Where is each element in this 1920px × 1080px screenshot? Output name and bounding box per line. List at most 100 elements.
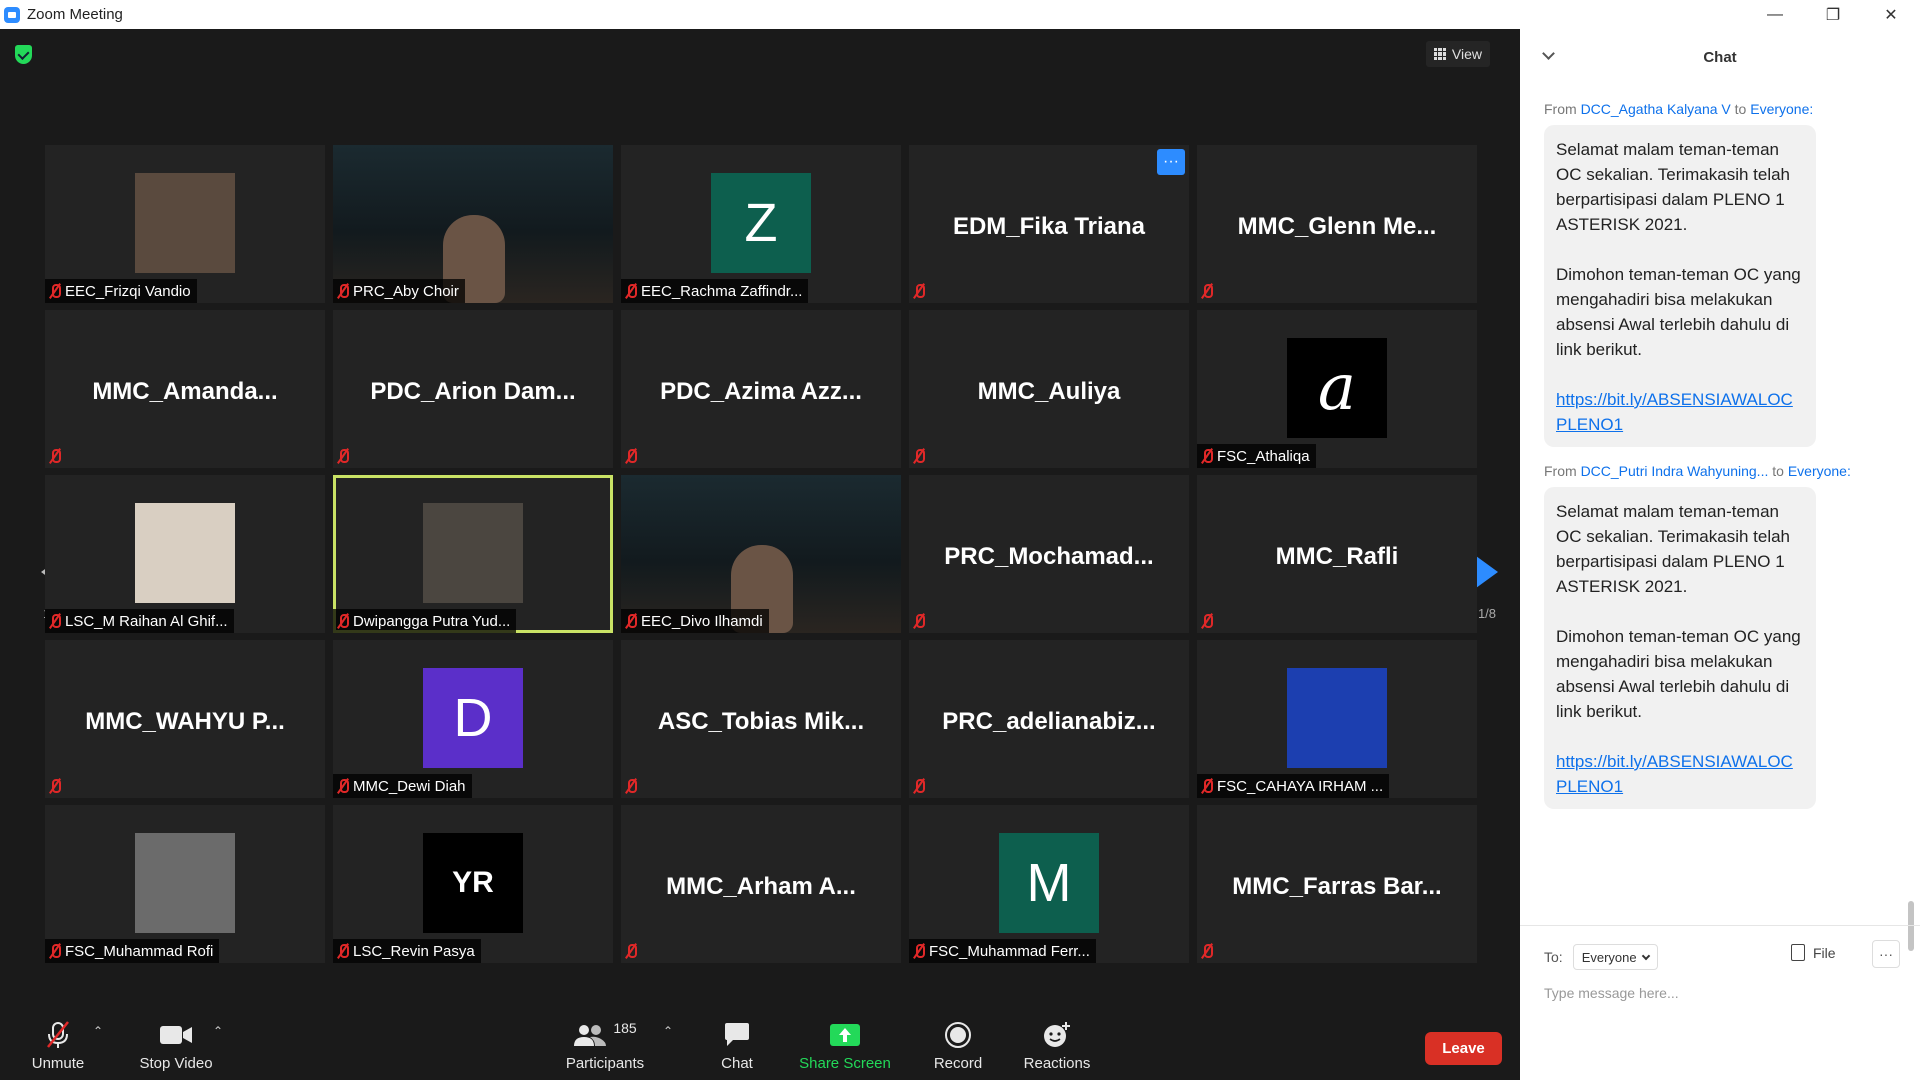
mic-muted-icon xyxy=(625,448,637,464)
participant-name: LSC_M Raihan Al Ghif... xyxy=(65,612,228,630)
participant-avatar: a xyxy=(1287,338,1387,438)
reactions-button[interactable]: Reactions xyxy=(1020,1012,1094,1080)
chat-title: Chat xyxy=(1703,48,1737,66)
arrow-right-icon xyxy=(1476,555,1498,588)
participant-name: EEC_Rachma Zaffindr... xyxy=(641,282,803,300)
participant-tile[interactable]: PDC_Azima Azz... xyxy=(621,310,901,468)
microphone-muted-icon xyxy=(45,1020,71,1050)
participant-tile[interactable]: ASC_Tobias Mik... xyxy=(621,640,901,798)
participants-label: Participants xyxy=(565,1055,645,1072)
participant-label: EEC_Rachma Zaffindr... xyxy=(621,279,809,303)
participant-display-name: MMC_Auliya xyxy=(977,378,1121,405)
participant-tile[interactable]: Dwipangga Putra Yud... xyxy=(333,475,613,633)
audio-options-caret-icon[interactable]: ⌃ xyxy=(93,1024,103,1038)
file-button[interactable]: File xyxy=(1791,944,1836,961)
participant-label xyxy=(621,444,643,468)
participant-label: FSC_Athaliqa xyxy=(1197,444,1316,468)
participant-tile[interactable]: EEC_Divo Ilhamdi xyxy=(621,475,901,633)
chat-header: Chat xyxy=(1520,29,1920,85)
message-link[interactable]: https://bit.ly/ABSENSIAWALOCPLENO1 xyxy=(1556,749,1804,799)
mic-muted-icon xyxy=(913,613,925,629)
participant-photo xyxy=(135,503,235,603)
participant-tile[interactable]: PRC_Mochamad... xyxy=(909,475,1189,633)
participant-tile[interactable]: FSC_Muhammad Rofi xyxy=(45,805,325,963)
participant-label: FSC_Muhammad Ferr... xyxy=(909,939,1096,963)
mic-muted-icon xyxy=(49,943,61,959)
participant-label xyxy=(909,279,931,303)
security-shield-icon[interactable] xyxy=(15,45,32,64)
participants-button[interactable]: 185 Participants xyxy=(560,1012,650,1080)
participant-tile[interactable]: MMC_Auliya xyxy=(909,310,1189,468)
video-camera-icon xyxy=(159,1020,193,1050)
participant-tile[interactable]: MMC_Amanda... xyxy=(45,310,325,468)
participant-tile[interactable]: YR LSC_Revin Pasya xyxy=(333,805,613,963)
mic-muted-icon xyxy=(337,943,349,959)
mic-muted-icon xyxy=(913,778,925,794)
share-screen-button[interactable]: Share Screen xyxy=(795,1012,895,1080)
message-link[interactable]: https://bit.ly/ABSENSIAWALOCPLENO1 xyxy=(1556,387,1804,437)
participant-tile[interactable]: a FSC_Athaliqa xyxy=(1197,310,1477,468)
maximize-button[interactable]: ❐ xyxy=(1804,0,1862,29)
message-sender[interactable]: DCC_Agatha Kalyana V xyxy=(1581,101,1731,117)
participant-label: FSC_CAHAYA IRHAM ... xyxy=(1197,774,1390,798)
chat-button[interactable]: Chat xyxy=(712,1012,762,1080)
mic-muted-icon xyxy=(1201,613,1213,629)
participant-name: FSC_Athaliqa xyxy=(1217,447,1310,465)
participant-tile[interactable]: EEC_Frizqi Vandio xyxy=(45,145,325,303)
participant-tile[interactable]: PDC_Arion Dam... xyxy=(333,310,613,468)
mic-muted-icon xyxy=(913,943,925,959)
leave-button[interactable]: Leave xyxy=(1425,1032,1502,1065)
chat-label: Chat xyxy=(721,1055,753,1072)
title-bar: Zoom Meeting — ❐ ✕ xyxy=(0,0,1920,29)
message-paragraph: Selamat malam teman-teman OC sekalian. T… xyxy=(1556,140,1791,234)
more-options-button[interactable]: ··· xyxy=(1872,940,1900,968)
participant-tile[interactable]: D MMC_Dewi Diah xyxy=(333,640,613,798)
chevron-down-icon xyxy=(1641,951,1650,960)
message-recipient[interactable]: Everyone: xyxy=(1750,101,1813,117)
mic-muted-icon xyxy=(49,613,61,629)
view-button[interactable]: View xyxy=(1425,41,1490,67)
video-options-caret-icon[interactable]: ⌃ xyxy=(213,1024,223,1038)
message-recipient[interactable]: Everyone: xyxy=(1788,463,1851,479)
participant-label xyxy=(621,774,643,798)
chat-scrollbar[interactable] xyxy=(1908,89,1914,989)
zoom-app-icon xyxy=(4,6,20,23)
unmute-button[interactable]: Unmute xyxy=(28,1012,88,1080)
participant-display-name: EDM_Fika Triana xyxy=(952,213,1146,240)
participant-tile[interactable]: PRC_Aby Choir xyxy=(333,145,613,303)
recipient-row: To: Everyone xyxy=(1544,944,1658,970)
window-controls: — ❐ ✕ xyxy=(1746,0,1920,29)
participant-tile[interactable]: EDM_Fika Triana ··· xyxy=(909,145,1189,303)
participant-tile[interactable]: M FSC_Muhammad Ferr... xyxy=(909,805,1189,963)
mic-muted-icon xyxy=(625,778,637,794)
participant-tile[interactable]: LSC_M Raihan Al Ghif... xyxy=(45,475,325,633)
collapse-chevron-icon[interactable] xyxy=(1542,47,1555,60)
participant-tile[interactable]: FSC_CAHAYA IRHAM ... xyxy=(1197,640,1477,798)
message-input[interactable] xyxy=(1544,981,1894,1005)
participant-photo xyxy=(135,173,235,273)
chat-message-list[interactable]: From DCC_Agatha Kalyana V to Everyone: S… xyxy=(1520,85,1908,925)
participant-tile[interactable]: PRC_adelianabiz... xyxy=(909,640,1189,798)
message-sender[interactable]: DCC_Putri Indra Wahyuning... xyxy=(1581,463,1769,479)
participant-tile[interactable]: MMC_Arham A... xyxy=(621,805,901,963)
participant-count: 185 xyxy=(613,1020,637,1036)
participant-avatar: YR xyxy=(423,833,523,933)
from-prefix: From xyxy=(1544,463,1577,479)
recipient-dropdown[interactable]: Everyone xyxy=(1572,944,1658,970)
stop-video-button[interactable]: Stop Video xyxy=(136,1012,216,1080)
participant-label xyxy=(621,939,643,963)
record-button[interactable]: Record xyxy=(930,1012,986,1080)
minimize-button[interactable]: — xyxy=(1746,0,1804,29)
participants-caret-icon[interactable]: ⌃ xyxy=(663,1024,673,1038)
tile-more-options-button[interactable]: ··· xyxy=(1157,149,1185,175)
participant-tile[interactable]: MMC_Farras Bar... xyxy=(1197,805,1477,963)
participant-label: EEC_Divo Ilhamdi xyxy=(621,609,769,633)
participant-tile[interactable]: MMC_WAHYU P... xyxy=(45,640,325,798)
participant-tile[interactable]: MMC_Glenn Me... xyxy=(1197,145,1477,303)
participant-label xyxy=(1197,279,1219,303)
participant-label: PRC_Aby Choir xyxy=(333,279,465,303)
record-label: Record xyxy=(933,1055,983,1072)
participant-tile[interactable]: Z EEC_Rachma Zaffindr... xyxy=(621,145,901,303)
close-button[interactable]: ✕ xyxy=(1862,0,1920,29)
participant-tile[interactable]: MMC_Rafli xyxy=(1197,475,1477,633)
